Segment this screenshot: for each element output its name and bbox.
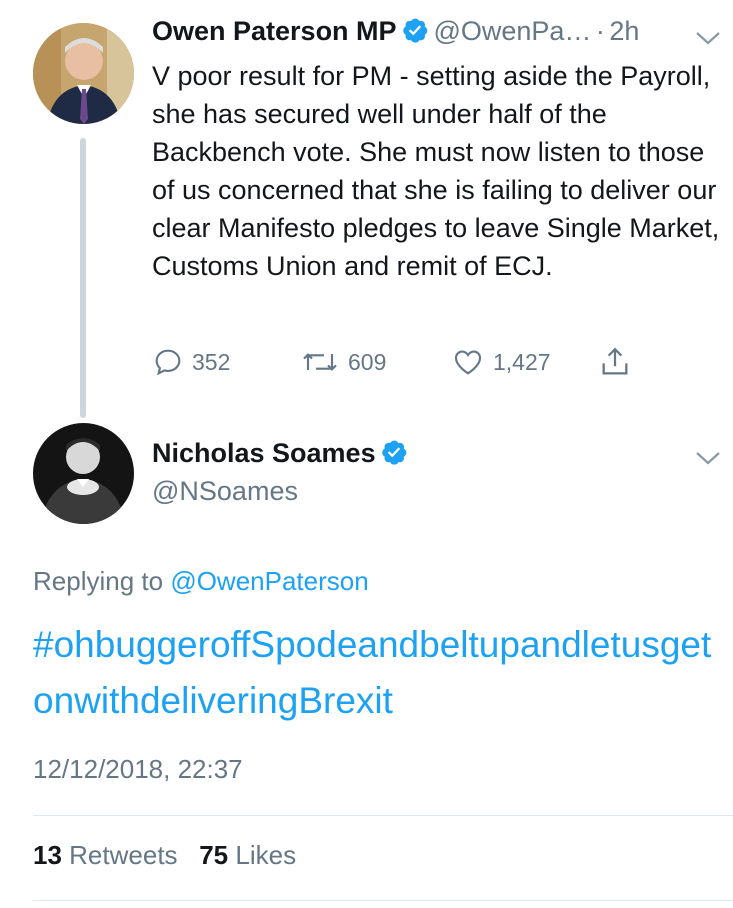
retweet-icon bbox=[303, 353, 337, 371]
parent-tweet-text: V poor result for PM - setting aside the… bbox=[152, 61, 720, 281]
divider-bottom bbox=[33, 900, 733, 901]
like-total: 75 bbox=[199, 840, 229, 870]
parent-chevron-down-icon[interactable] bbox=[695, 30, 721, 46]
verified-badge-icon bbox=[403, 18, 428, 43]
like-button[interactable]: 1,427 bbox=[451, 345, 551, 379]
replying-to-prefix: Replying to bbox=[33, 566, 164, 596]
verified-badge-icon bbox=[382, 440, 407, 465]
nicholas-soames-avatar[interactable] bbox=[33, 423, 134, 524]
reply-count: 352 bbox=[192, 348, 231, 375]
parent-author-name[interactable]: Owen Paterson MP bbox=[152, 16, 397, 46]
parent-tweet-time[interactable]: 2h bbox=[609, 16, 639, 46]
retweets-label: Retweets bbox=[69, 840, 178, 870]
reply-icon bbox=[155, 349, 181, 376]
replying-to-line: Replying to @OwenPaterson bbox=[33, 566, 369, 597]
replying-to-mention[interactable]: @OwenPaterson bbox=[170, 566, 368, 596]
main-author-name[interactable]: Nicholas Soames bbox=[152, 438, 376, 468]
main-tweet-hashtag[interactable]: #ohbuggeroffSpodeandbeltupandletusgetonw… bbox=[33, 617, 723, 729]
heart-icon bbox=[454, 350, 482, 375]
time-separator: · bbox=[595, 16, 605, 46]
parent-tweet-header: Owen Paterson MP @OwenPa… · 2h bbox=[152, 16, 639, 47]
engagement-stats: 13 Retweets 75 Likes bbox=[33, 840, 296, 871]
main-chevron-down-icon[interactable] bbox=[695, 450, 721, 466]
main-author-handle[interactable]: @NSoames bbox=[152, 476, 298, 507]
likes-stat[interactable]: 75 Likes bbox=[199, 840, 296, 870]
retweets-stat[interactable]: 13 Retweets bbox=[33, 840, 178, 870]
share-button[interactable] bbox=[598, 345, 632, 379]
main-tweet-timestamp[interactable]: 12/12/2018, 22:37 bbox=[33, 754, 243, 785]
parent-author-handle[interactable]: @OwenPa… bbox=[433, 16, 591, 46]
thread-connector-line bbox=[80, 138, 86, 418]
main-tweet-header: Nicholas Soames bbox=[152, 438, 408, 469]
divider-top bbox=[33, 815, 733, 816]
share-icon bbox=[602, 347, 628, 375]
retweet-count: 609 bbox=[348, 348, 387, 375]
like-count: 1,427 bbox=[493, 348, 551, 375]
owen-paterson-avatar[interactable] bbox=[33, 23, 134, 124]
retweet-button[interactable]: 609 bbox=[300, 345, 386, 379]
retweet-total: 13 bbox=[33, 840, 62, 870]
likes-label: Likes bbox=[235, 840, 297, 870]
reply-button[interactable]: 352 bbox=[152, 345, 230, 379]
